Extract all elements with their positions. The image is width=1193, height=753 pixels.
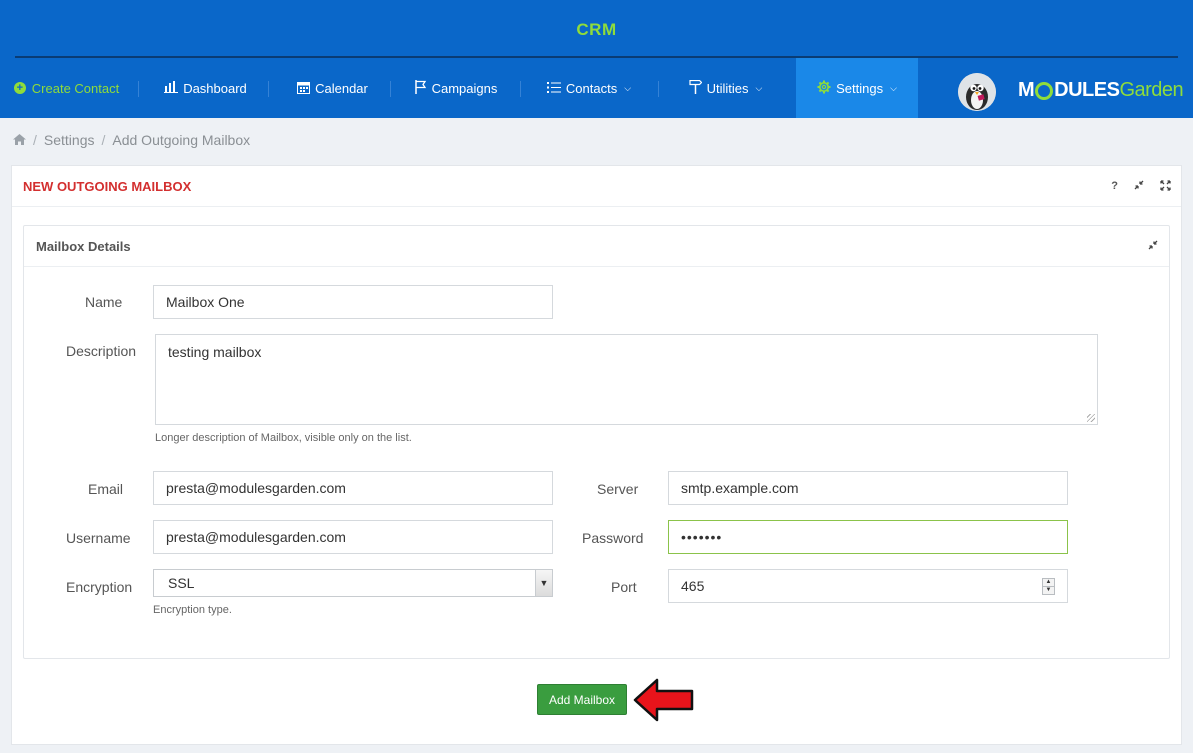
breadcrumb: / Settings / Add Outgoing Mailbox (13, 132, 250, 148)
nav-create-contact[interactable]: + Create Contact (0, 58, 133, 118)
logo-text-middle: DULES (1054, 79, 1120, 101)
bar-chart-icon (164, 81, 179, 95)
mailbox-details-section: Mailbox Details Name Mailbox One Descrip… (23, 225, 1170, 659)
encryption-value: SSL (168, 575, 195, 591)
nav-calendar[interactable]: Calendar (280, 58, 385, 118)
logo-text-start: M (1018, 79, 1035, 101)
modulesgarden-logo[interactable]: M DULES Garden (1018, 79, 1184, 102)
section-title: Mailbox Details (36, 239, 131, 254)
description-help: Longer description of Mailbox, visible o… (155, 432, 412, 444)
plus-circle-icon: + (13, 82, 26, 94)
red-arrow-icon (633, 678, 694, 722)
port-value: 465 (681, 578, 705, 594)
avatar[interactable] (958, 73, 996, 111)
description-textarea[interactable]: testing mailbox (155, 334, 1098, 425)
port-stepper[interactable]: ▲ ▼ (1042, 578, 1055, 595)
stepper-up-icon[interactable]: ▲ (1043, 579, 1054, 586)
home-icon[interactable] (13, 132, 26, 148)
logo-globe-icon (1035, 81, 1054, 100)
username-label: Username (66, 530, 131, 546)
description-label: Description (66, 343, 137, 359)
nav-campaigns[interactable]: Campaigns (400, 58, 512, 118)
breadcrumb-separator: / (33, 132, 37, 148)
main-panel: NEW OUTGOING MAILBOX ? Mailbox Details N… (11, 165, 1182, 745)
encryption-select[interactable]: SSL ▼ (153, 569, 553, 597)
top-header: CRM + Create Contact Dashboard Calendar … (0, 0, 1193, 118)
nav-separator (658, 81, 659, 97)
server-input[interactable]: smtp.example.com (668, 471, 1068, 505)
nav-dashboard[interactable]: Dashboard (148, 58, 263, 118)
encryption-label: Encryption (66, 579, 133, 595)
resize-handle-icon[interactable] (1087, 414, 1095, 422)
nav-dashboard-label: Dashboard (183, 80, 247, 96)
nav-create-contact-label: Create Contact (31, 80, 120, 96)
nav-settings-label: Settings (836, 80, 884, 96)
breadcrumb-settings[interactable]: Settings (44, 132, 95, 148)
name-label: Name (85, 294, 123, 310)
section-header: Mailbox Details (24, 226, 1169, 267)
compress-icon[interactable] (1148, 240, 1158, 253)
chevron-down-icon: ⌵ (890, 82, 897, 93)
nav-separator (520, 81, 521, 97)
nav-contacts-label: Contacts (565, 80, 618, 96)
port-input[interactable]: 465 ▲ ▼ (668, 569, 1068, 603)
password-label: Password (582, 530, 644, 546)
description-value: testing mailbox (168, 344, 262, 360)
email-label: Email (88, 481, 124, 497)
name-input[interactable]: Mailbox One (153, 285, 553, 319)
nav-campaigns-label: Campaigns (431, 80, 498, 96)
flag-icon (414, 80, 427, 96)
add-mailbox-button[interactable]: Add Mailbox (537, 684, 627, 715)
gear-icon (817, 80, 831, 96)
page-title: NEW OUTGOING MAILBOX (23, 179, 192, 194)
main-nav: + Create Contact Dashboard Calendar Camp… (0, 58, 1193, 118)
port-label: Port (611, 579, 637, 595)
nav-utilities[interactable]: Utilities ⌵ (668, 58, 783, 118)
email-input[interactable]: presta@modulesgarden.com (153, 471, 553, 505)
chevron-down-icon: ⌵ (624, 82, 632, 93)
username-input[interactable]: presta@modulesgarden.com (153, 520, 553, 554)
logo-text-end: Garden (1119, 79, 1184, 101)
list-icon (546, 81, 561, 95)
breadcrumb-separator: / (101, 132, 106, 148)
encryption-help: Encryption type. (153, 604, 232, 616)
nav-separator (390, 81, 391, 97)
nav-utilities-label: Utilities (706, 80, 749, 96)
chevron-down-icon[interactable]: ▼ (535, 570, 552, 596)
nav-calendar-label: Calendar (315, 80, 368, 96)
chevron-down-icon: ⌵ (755, 82, 763, 93)
signpost-icon (689, 79, 702, 96)
nav-settings[interactable]: Settings ⌵ (796, 58, 918, 118)
nav-separator (268, 81, 269, 97)
panel-tools: ? (1111, 180, 1171, 194)
password-input[interactable]: ••••••• (668, 520, 1068, 554)
panel-header: NEW OUTGOING MAILBOX ? (12, 166, 1181, 207)
compress-icon[interactable] (1134, 180, 1144, 194)
server-label: Server (597, 481, 639, 497)
expand-icon[interactable] (1160, 180, 1171, 194)
help-icon[interactable]: ? (1111, 180, 1118, 194)
app-title: CRM (576, 20, 617, 39)
nav-contacts[interactable]: Contacts ⌵ (530, 58, 648, 118)
stepper-down-icon[interactable]: ▼ (1043, 586, 1054, 594)
calendar-icon (297, 81, 311, 96)
password-value: ••••••• (681, 529, 723, 545)
breadcrumb-current: Add Outgoing Mailbox (112, 132, 251, 148)
nav-separator (138, 81, 139, 97)
